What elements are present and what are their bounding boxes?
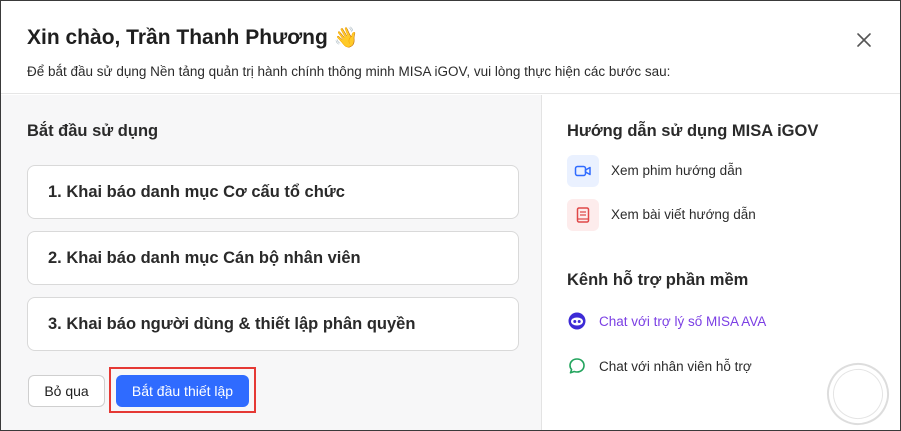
getting-started-panel: Bắt đầu sử dụng 1. Khai báo danh mục Cơ … (1, 95, 542, 430)
video-icon (574, 165, 591, 177)
getting-started-title: Bắt đầu sử dụng (27, 122, 159, 140)
close-icon (857, 33, 871, 47)
watch-video-link[interactable]: Xem phim hướng dẫn (611, 163, 742, 178)
dialog-header: Xin chào, Trần Thanh Phương 👋 Để bắt đầu … (1, 1, 900, 94)
ava-bot-icon[interactable] (568, 312, 586, 330)
book-icon (576, 207, 590, 223)
video-icon-box[interactable] (567, 155, 599, 187)
step-staff-catalog[interactable]: 2. Khai báo danh mục Cán bộ nhân viên (27, 231, 519, 285)
skip-button[interactable]: Bỏ qua (28, 375, 105, 407)
dialog-title-text: Xin chào, Trần Thanh Phương (27, 26, 328, 49)
guide-title: Hướng dẫn sử dụng MISA iGOV (567, 122, 819, 140)
chat-staff-link[interactable]: Chat với nhân viên hỗ trợ (599, 359, 752, 374)
welcome-dialog: Xin chào, Trần Thanh Phương 👋 Để bắt đầu … (0, 0, 901, 431)
dialog-subtitle: Để bắt đầu sử dụng Nền tảng quản trị hàn… (27, 64, 671, 79)
chat-ava-link[interactable]: Chat với trợ lý số MISA AVA (599, 314, 766, 329)
step-org-structure[interactable]: 1. Khai báo danh mục Cơ cấu tổ chức (27, 165, 519, 219)
chat-bubble-icon[interactable] (568, 357, 586, 375)
dialog-title: Xin chào, Trần Thanh Phương 👋 (27, 25, 359, 50)
book-icon-box[interactable] (567, 199, 599, 231)
support-title: Kênh hỗ trợ phần mềm (567, 271, 749, 289)
step-users-permissions[interactable]: 3. Khai báo người dùng & thiết lập phân … (27, 297, 519, 351)
start-setup-button[interactable]: Bắt đầu thiết lập (116, 375, 249, 407)
read-article-link[interactable]: Xem bài viết hướng dẫn (611, 207, 756, 222)
wave-emoji-icon: 👋 (333, 25, 359, 49)
close-button[interactable] (854, 30, 874, 50)
